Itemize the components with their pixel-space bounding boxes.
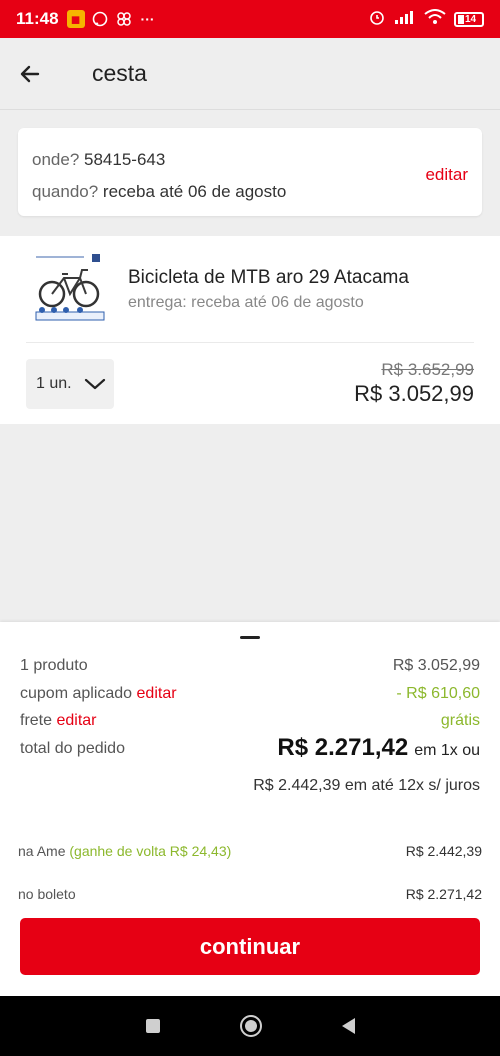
sheet-handle[interactable] [240, 636, 260, 639]
where-label: onde? [32, 150, 80, 169]
recents-icon[interactable] [145, 1019, 160, 1033]
quantity-select[interactable]: 1 un. [26, 359, 114, 409]
delivery-location-card: onde? 58415-643 quando? receba até 06 de… [18, 128, 482, 216]
products-value: R$ 3.052,99 [392, 657, 480, 674]
total-row: total do pedido R$ 2.271,42 em 1x ou [20, 734, 480, 761]
quantity-value: 1 un. [36, 375, 72, 392]
home-icon[interactable] [239, 1015, 262, 1037]
battery-icon: 14 [454, 11, 484, 27]
product-delivery: entrega: receba até 06 de agosto [128, 294, 364, 311]
app-icon [115, 10, 133, 28]
system-nav-bar [0, 996, 500, 1056]
coupon-discount: - R$ 610,60 [396, 685, 480, 702]
total-label: total do pedido [20, 740, 125, 757]
cart-item: Bicicleta de MTB aro 29 Atacama entrega:… [0, 236, 500, 424]
order-summary-sheet: 1 produto R$ 3.052,99 cupom aplicado edi… [0, 622, 500, 996]
product-name[interactable]: Bicicleta de MTB aro 29 Atacama [128, 267, 409, 289]
total-amount-group: R$ 2.271,42 em 1x ou [277, 734, 480, 762]
shipping-row: frete editar grátis [20, 712, 480, 730]
product-price: R$ 3.052,99 [354, 381, 474, 406]
status-bar: 11:48 ◼ ··· 14 [0, 0, 500, 38]
ame-cashback: (ganhe de volta R$ 24,43) [69, 843, 232, 859]
app-header: cesta [0, 38, 500, 110]
ame-value: R$ 2.442,39 [405, 843, 482, 859]
product-image[interactable] [34, 252, 106, 324]
when-label: quando? [32, 182, 99, 201]
alarm-icon [368, 8, 386, 31]
more-icon: ··· [140, 11, 155, 27]
signal-icon [394, 9, 416, 30]
original-price: R$ 3.652,99 [381, 360, 474, 379]
installment-info: R$ 2.442,39 em até 12x s/ juros [253, 777, 480, 794]
boleto-value: R$ 2.271,42 [405, 886, 482, 902]
back-button[interactable] [0, 38, 60, 110]
shipping-value: grátis [440, 712, 480, 729]
where-row: onde? 58415-643 [32, 150, 165, 170]
products-row: 1 produto R$ 3.052,99 [20, 657, 480, 675]
status-time: 11:48 [16, 9, 59, 28]
delivery-date: receba até 06 de agosto [102, 182, 287, 201]
wifi-icon [424, 8, 446, 30]
edit-shipping-link[interactable]: editar [56, 712, 96, 729]
ame-label: na Ame [18, 843, 66, 859]
whatsapp-icon [91, 10, 109, 28]
divider [26, 342, 474, 343]
edit-location-link[interactable]: editar [425, 165, 468, 185]
ame-payment-row: na Ame (ganhe de volta R$ 24,43) R$ 2.44… [18, 843, 482, 859]
boleto-label: no boleto [18, 886, 76, 902]
when-row: quando? receba até 06 de agosto [32, 182, 286, 202]
arrow-left-icon [20, 65, 40, 82]
coupon-row: cupom aplicado editar - R$ 610,60 [20, 685, 480, 703]
products-label: 1 produto [20, 657, 88, 674]
total-suffix: em 1x ou [414, 742, 480, 759]
back-icon[interactable] [341, 1018, 355, 1034]
battery-level: 14 [465, 13, 477, 25]
edit-coupon-link[interactable]: editar [137, 685, 177, 702]
shipping-label: frete [20, 712, 53, 729]
zip-code: 58415-643 [84, 150, 166, 169]
notification-icon: ◼ [66, 10, 85, 28]
continue-button[interactable]: continuar [20, 918, 480, 975]
boleto-payment-row: no boleto R$ 2.271,42 [18, 886, 482, 902]
chevron-down-icon [84, 378, 105, 390]
total-amount: R$ 2.271,42 [277, 734, 409, 761]
coupon-label: cupom aplicado [20, 685, 133, 702]
page-title: cesta [92, 60, 147, 86]
